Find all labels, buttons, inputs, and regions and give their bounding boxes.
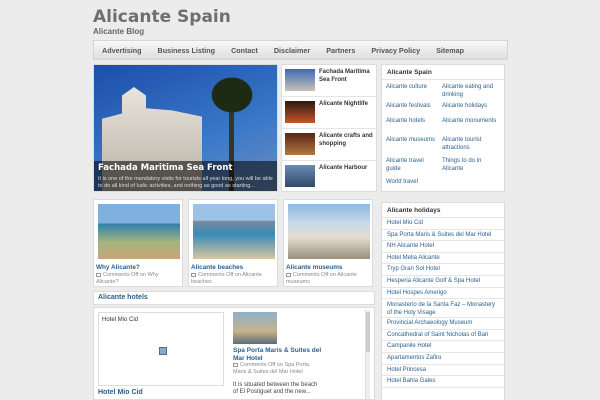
post-card-image[interactable] — [288, 204, 370, 259]
post-card-image[interactable] — [193, 204, 275, 259]
comment-icon — [96, 272, 101, 277]
post-card: Alicante museums Comments Off on Alicant… — [283, 199, 373, 287]
holiday-link[interactable]: Hotel Bahia Gales — [382, 376, 504, 388]
thumb-image — [285, 133, 315, 155]
hotels-scrollbar[interactable] — [365, 310, 370, 399]
holiday-link[interactable]: Hesperia Alicante Golf & Spa Hotel — [382, 276, 504, 288]
comments-text: Comments Off on Alicante museums — [286, 272, 357, 285]
hotel-embed-frame[interactable]: Hotel Mio Cid — [98, 312, 224, 386]
slider-caption: Fachada Maritima Sea Front It is one of … — [94, 161, 277, 191]
hotels-section: Hotel Mio Cid Hotel Mio Cid Spa Porta Ma… — [93, 307, 375, 400]
holiday-link[interactable]: Tryp Gran Sol Hotel — [382, 264, 504, 276]
holiday-link[interactable]: Hotel Melia Alicante — [382, 253, 504, 265]
category-link[interactable]: Things to do in Alicante — [442, 157, 497, 173]
holiday-link[interactable]: Hotel Hospes Amerigo — [382, 288, 504, 300]
post-card: Why Alicante? Comments Off on Why Alican… — [93, 199, 183, 287]
thumb-title[interactable]: Alicante Harbour — [319, 164, 377, 172]
category-link[interactable]: Alicante culture — [386, 83, 427, 91]
slider-excerpt: It is one of the mandatory visits for to… — [98, 176, 273, 189]
category-link[interactable]: Alicante museums — [386, 136, 436, 144]
slider-thumb-item[interactable]: Alicante Harbour — [282, 161, 378, 193]
thumb-title[interactable]: Alicante crafts and shopping — [319, 132, 377, 148]
hotel-post-title[interactable]: Spa Porta Maris & Suites del Mar Hotel — [233, 347, 323, 362]
post-card-title[interactable]: Alicante museums — [286, 264, 342, 271]
comments-text: Comments Off on Spa Porta Maris & Suites… — [233, 362, 309, 375]
category-link[interactable]: Alicante eating and drinking — [442, 83, 502, 99]
thumb-image — [285, 165, 315, 187]
category-link[interactable]: Alicante travel guide — [386, 157, 436, 173]
thumb-title[interactable]: Alicante Nightlife — [319, 100, 377, 108]
nav-contact[interactable]: Contact — [223, 46, 266, 55]
category-link[interactable]: Alicante tourist attractions — [442, 136, 497, 152]
slider-thumbnail-list: Fachada Maritima Sea Front Alicante Nigh… — [281, 64, 378, 193]
slider-thumb-item[interactable]: Alicante crafts and shopping — [282, 129, 378, 161]
sidebar-holidays-box: Alicante holidays Hotel Mio Cid Spa Port… — [381, 202, 505, 400]
holiday-link[interactable]: Hotel Princesa — [382, 365, 504, 377]
broken-image-icon — [159, 347, 167, 355]
site-title[interactable]: Alicante Spain — [93, 7, 231, 27]
site-tagline: Alicante Blog — [93, 27, 145, 36]
holiday-link[interactable]: Hotel Mio Cid — [382, 218, 504, 230]
holiday-link[interactable]: Monasterio de la Santa Faz – Monastery o… — [382, 299, 504, 319]
hotel-thumbnail[interactable] — [233, 312, 277, 344]
category-link[interactable]: Alicante hotels — [386, 117, 425, 125]
hotel-post-meta: Comments Off on Spa Porta Maris & Suites… — [233, 362, 323, 375]
comment-icon — [233, 362, 238, 367]
nav-disclaimer[interactable]: Disclaimer — [266, 46, 318, 55]
category-link[interactable]: Alicante holidays — [442, 102, 487, 110]
thumb-image — [285, 69, 315, 91]
holiday-link[interactable]: Apartamentos Zafiro — [382, 353, 504, 365]
sidebar-heading: Alicante holidays — [382, 203, 504, 218]
holiday-link[interactable]: Campanile Hotel — [382, 341, 504, 353]
post-card-meta: Comments Off on Alicante museums — [286, 272, 372, 285]
hotel-title[interactable]: Hotel Mio Cid — [98, 389, 143, 396]
nav-business-listing[interactable]: Business Listing — [150, 46, 224, 55]
holiday-link[interactable]: Spa Porta Maris & Suites del Mar Hotel — [382, 230, 504, 242]
comment-icon — [191, 272, 196, 277]
nav-advertising[interactable]: Advertising — [94, 46, 150, 55]
nav-privacy-policy[interactable]: Privacy Policy — [363, 46, 428, 55]
sidebar-heading: Alicante Spain — [382, 65, 504, 80]
scrollbar-thumb[interactable] — [366, 312, 370, 352]
hotel-post-excerpt: It is situated between the beach of El P… — [233, 382, 318, 395]
holiday-link[interactable]: Provincial Archaeology Museum — [382, 318, 504, 330]
post-card-title[interactable]: Why Alicante? — [96, 264, 140, 271]
holiday-link[interactable]: NH Alicante Hotel — [382, 241, 504, 253]
post-card-meta: Comments Off on Alicante beaches — [191, 272, 277, 285]
nav-sitemap[interactable]: Sitemap — [428, 46, 472, 55]
post-card: Alicante beaches Comments Off on Alicant… — [188, 199, 278, 287]
post-card-title[interactable]: Alicante beaches — [191, 264, 243, 271]
slider-thumb-item[interactable]: Fachada Maritima Sea Front — [282, 65, 378, 97]
comment-icon — [286, 272, 291, 277]
thumb-image — [285, 101, 315, 123]
holiday-link[interactable]: Concathedral of Saint Nicholas of Bari — [382, 330, 504, 342]
sidebar-categories-box: Alicante Spain Alicante culture Alicante… — [381, 64, 505, 192]
main-nav: Advertising Business Listing Contact Dis… — [93, 40, 508, 60]
category-link[interactable]: World travel — [386, 178, 418, 186]
slider-thumb-item[interactable]: Alicante Nightlife — [282, 97, 378, 129]
hotel-frame-label: Hotel Mio Cid — [102, 317, 139, 323]
thumb-title[interactable]: Fachada Maritima Sea Front — [319, 68, 377, 84]
section-title[interactable]: Alicante hotels — [98, 294, 148, 301]
comments-text: Comments Off on Alicante beaches — [191, 272, 262, 285]
post-card-image[interactable] — [98, 204, 180, 259]
comments-text: Comments Off on Why Alicante? — [96, 272, 159, 285]
post-card-meta: Comments Off on Why Alicante? — [96, 272, 182, 285]
category-link[interactable]: Alicante festivals — [386, 102, 431, 110]
slider-title[interactable]: Fachada Maritima Sea Front — [98, 163, 232, 173]
nav-partners[interactable]: Partners — [318, 46, 363, 55]
hotels-section-header: Alicante hotels — [93, 291, 375, 305]
featured-slider[interactable]: Fachada Maritima Sea Front It is one of … — [93, 64, 278, 192]
category-link[interactable]: Alicante monuments — [442, 117, 497, 125]
